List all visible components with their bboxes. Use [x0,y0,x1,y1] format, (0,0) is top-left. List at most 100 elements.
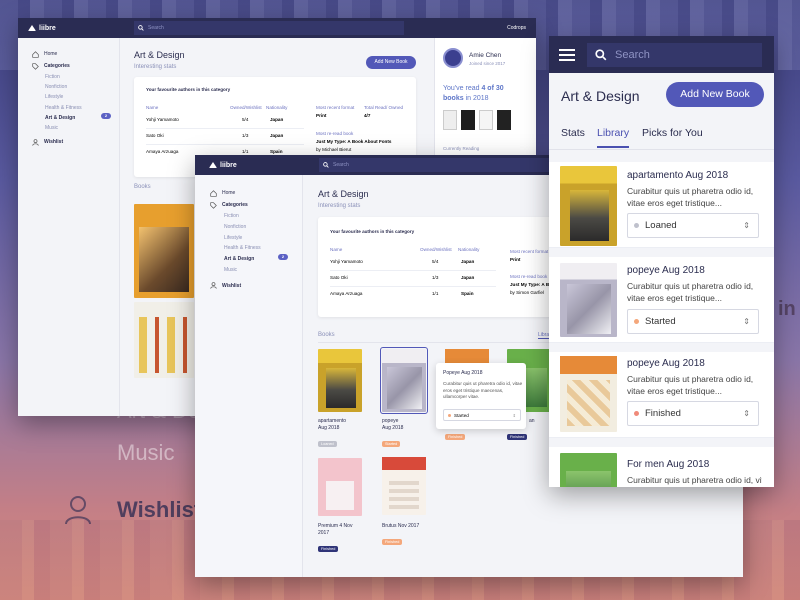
books-divider [318,342,558,343]
nav-sub-health[interactable]: Health & Fitness [224,243,302,254]
nav-sub-art[interactable]: Art & Design 2 [224,254,302,265]
mobile-add-book-button[interactable]: Add New Book [666,82,764,107]
nav-home-label: Home [44,51,58,57]
nav-sub-art[interactable]: Art & Design 2 [45,112,119,123]
add-book-button[interactable]: Add New Book [366,56,416,69]
nav-home[interactable]: Home [32,48,119,60]
status-select[interactable]: Started ⇕ [627,309,759,334]
table-row: Sato Oki 1/3 Japan [330,275,496,287]
logo[interactable]: liibre [209,162,319,169]
page-title: Art & Design [134,50,185,60]
book-title: Brutus Nov 2017 [382,523,420,529]
mini-book[interactable] [443,110,457,130]
list-item[interactable]: apartamento Aug 2018 Curabitur quis ut p… [549,162,774,248]
nav-sub-music[interactable]: Music [45,123,119,133]
mobile-window: Search Art & Design Add New Book Stats L… [549,36,774,487]
list-item-title: apartamento Aug 2018 [627,170,729,181]
mini-book[interactable] [461,110,475,130]
logo-text: liibre [39,24,56,32]
search-placeholder: Search [148,25,164,31]
nav-badge: 2 [278,254,288,261]
status-select-value: Loaned [645,220,677,231]
stat-format-label: Most recent format [510,249,549,254]
avatar[interactable] [443,48,463,68]
author-owned: 1/3 [432,275,439,280]
book-cover[interactable] [380,347,428,414]
book-cover-popeye[interactable] [134,204,194,298]
book-title: Premium 4 Nov 2017 [318,523,353,536]
author-owned: 5/4 [242,117,249,122]
nav-sub-health[interactable]: Health & Fitness [45,103,119,113]
list-item[interactable]: popeye Aug 2018 Curabitur quis ut pharet… [549,257,774,343]
book-cover[interactable] [560,166,617,246]
status-dot [448,413,451,417]
tab-library[interactable]: Library [597,127,630,148]
book-card[interactable]: Premium 4 Nov 2017 Finished [318,458,374,555]
status-badge: Finished [445,434,466,440]
mobile-search-input[interactable]: Search [587,42,762,67]
hamburger-menu-icon[interactable] [559,48,575,61]
search-icon [323,162,329,168]
status-select[interactable]: Finished ⇕ [627,401,759,426]
list-item[interactable]: For men Aug 2018 Curabitur quis ut phare… [549,447,774,487]
reading-goal-books: books [443,95,464,102]
search-icon [138,25,144,31]
user-corner[interactable]: Codrops [507,25,526,31]
stat-reread-author: by Michael Bierut [316,147,352,152]
book-card[interactable]: apartamento Aug 2018 Loaned [318,349,368,450]
nav-sub-lifestyle[interactable]: Lifestyle [224,233,302,244]
nav-sub-nonfiction[interactable]: Nonfiction [45,82,119,92]
nav-sub-fiction[interactable]: Fiction [224,211,302,222]
profile-joined: Joined since 2017 [469,61,506,66]
book-cover[interactable] [560,453,617,487]
background-wishlist-text: Wishlist [117,497,202,522]
book-cover[interactable] [560,356,617,432]
nav-sub-nonfiction[interactable]: Nonfiction [224,222,302,233]
status-select[interactable]: Started ⇕ [443,409,521,421]
book-cover-casa[interactable] [134,302,194,378]
status-select-value: Started [645,316,676,327]
nav-wishlist-label: Wishlist [44,139,64,146]
book-cover[interactable] [382,457,426,515]
author-owned: 5/4 [432,259,439,264]
status-badge: Loaned [318,441,337,447]
book-card[interactable]: Brutus Nov 2017 Finished [382,457,442,548]
nav-categories[interactable]: Categories [210,199,302,211]
authors-heading: Your favourite authors in this category [330,229,415,234]
nav-sub-lifestyle[interactable]: Lifestyle [45,92,119,102]
book-cover[interactable] [560,263,617,337]
list-item[interactable]: popeye Aug 2018 Curabitur quis ut pharet… [549,352,774,438]
nav-home[interactable]: Home [210,187,302,199]
status-badge: Finished [382,539,403,545]
nav-sub-music[interactable]: Music [224,265,302,276]
tab-picks[interactable]: Picks for You [642,127,703,139]
nav-categories[interactable]: Categories [32,60,119,72]
book-cover[interactable] [318,349,362,412]
book-cover[interactable] [318,458,362,516]
author-owned: 1/3 [242,133,249,138]
background-in-text: in [778,298,796,320]
author-nationality: Japan [270,133,284,138]
tab-library[interactable]: Libra [538,332,550,339]
mini-book[interactable] [497,110,511,130]
mobile-search-placeholder: Search [615,48,650,61]
tag-icon [32,62,39,70]
mini-book[interactable] [479,110,493,130]
chevron-updown-icon: ⇕ [743,221,750,230]
author-name: Amaya Arzuaga [330,291,363,296]
tab-stats[interactable]: Stats [561,127,585,139]
logo[interactable]: liibre [28,25,128,32]
stat-total-value: 4/7 [364,113,371,118]
stat-reread-label: Most re-read book [316,131,354,136]
stat-format-value: Print [510,257,521,262]
status-select[interactable]: Loaned ⇕ [627,213,759,238]
nav-sub-fiction[interactable]: Fiction [45,72,119,82]
search-input[interactable]: Search [134,21,404,35]
nav-wishlist[interactable]: Wishlist [210,280,302,292]
authors-heading: Your favourite authors in this category [146,87,231,92]
nav-wishlist[interactable]: Wishlist [32,136,119,148]
status-badge: Finished [318,546,339,552]
book-card[interactable]: popeye Aug 2018 Started [380,347,432,450]
table-row: Yohji Yamamoto 5/4 Japan [330,259,496,271]
author-owned: 1/1 [432,291,439,296]
